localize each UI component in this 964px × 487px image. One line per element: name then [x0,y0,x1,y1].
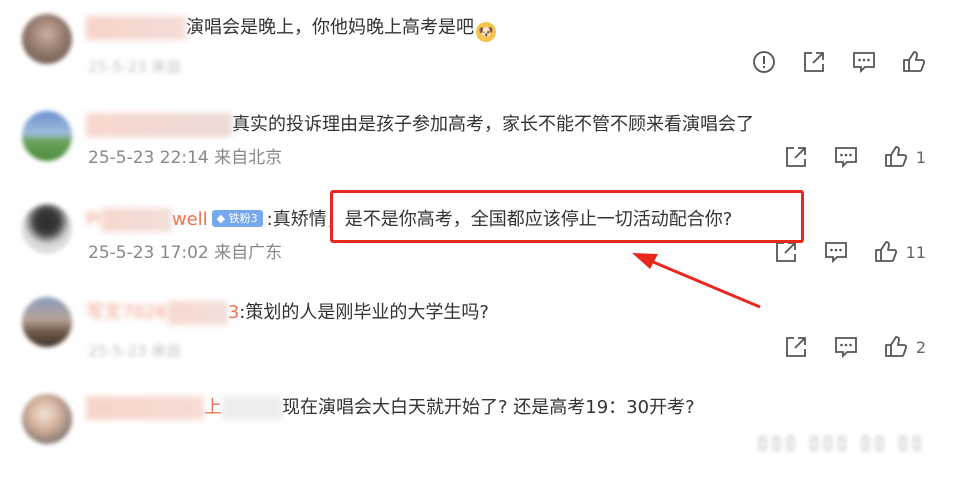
like-button[interactable]: 1 [884,145,926,169]
avatar[interactable] [22,111,72,161]
like-button[interactable]: 11 [874,240,926,264]
comment-actions [752,50,926,74]
like-count: 11 [905,242,926,262]
like-icon [884,336,907,357]
comment-item: x演唱会是晚上，你他妈晚上高考是吧🐶 25-5-23 来自 [0,0,964,95]
comment-line: 阿真实的投诉理由是孩子参加高考，家长不能不管不顾来看演唱会了 [86,113,754,137]
comment-line: 写文7026xx3:策划的人是刚毕业的大学生吗? [86,301,489,325]
report-icon [753,51,775,73]
avatar[interactable] [22,14,72,64]
like-icon [884,146,907,167]
comment-icon [834,337,857,359]
comment-actions: 2 [784,335,926,359]
comment-meta: 25-5-23 来自 [88,342,182,360]
username-link[interactable]: Plxxwell [86,208,208,232]
highlight-box [330,190,804,243]
comment-text: 真实的投诉理由是孩子参加高考，家长不能不管不顾来看演唱会了 [232,114,754,135]
forward-button[interactable] [784,145,808,169]
comment-button[interactable] [834,145,858,169]
forward-icon [804,52,824,72]
forward-icon [785,337,806,357]
forward-button[interactable] [774,240,798,264]
username-link[interactable]: 阿 [86,113,232,137]
username-link[interactable]: x [86,16,186,40]
comment-icon [824,242,847,264]
comment-button[interactable] [824,240,848,264]
like-count: 2 [915,337,926,357]
report-button[interactable] [752,50,776,74]
comment-item: 阿真实的投诉理由是孩子参加高考，家长不能不管不顾来看演唱会了 25-5-23 2… [0,95,964,188]
comment-meta: 25-5-23 17:02 来自广东 [88,243,283,263]
like-icon [874,241,897,262]
comment-icon [834,147,857,169]
forward-button[interactable] [784,335,808,359]
arrow-annotation [632,253,761,309]
comment-icon [853,52,875,74]
comment-meta: 25-5-23 22:14 来自北京 [88,148,283,168]
comment-line: xx上xx现在演唱会大白天就开始了? 还是高考19：30开考? [86,396,695,420]
comment-actions: 11 [774,240,926,264]
comment-actions: ▯▯▯ ▯▯▯ ▯▯ ▯▯ [757,432,926,453]
like-button[interactable] [902,50,926,74]
avatar[interactable] [22,394,72,444]
like-count: 1 [915,147,926,167]
comment-meta: 25-5-23 来自 [88,58,182,76]
username-link[interactable]: xx上xx [86,396,282,420]
comment-actions: 1 [784,145,926,169]
forward-icon [785,147,806,167]
comment-button[interactable] [852,50,876,74]
like-button[interactable]: 2 [884,335,926,359]
username-link[interactable]: 写文7026xx3 [86,301,239,325]
comment-line: x演唱会是晚上，你他妈晚上高考是吧🐶 [86,16,496,42]
forward-button[interactable] [802,50,826,74]
avatar[interactable] [22,204,72,254]
comment-button[interactable] [834,335,858,359]
forward-icon [775,242,796,262]
comment-text: 现在演唱会大白天就开始了? 还是高考19：30开考? [282,397,695,418]
comment-item: 写文7026xx3:策划的人是刚毕业的大学生吗? 25-5-23 来自 2 [0,285,964,380]
comment-text: 演唱会是晚上，你他妈晚上高考是吧 [186,17,474,38]
fan-badge: ◆ 铁粉3 [211,210,263,227]
dog-emoji-icon: 🐶 [476,22,496,42]
comment-text: :策划的人是刚毕业的大学生吗? [239,302,489,323]
like-icon [903,51,926,72]
comment-item: xx上xx现在演唱会大白天就开始了? 还是高考19：30开考? ▯▯▯ ▯▯▯ … [0,380,964,487]
avatar[interactable] [22,297,72,347]
